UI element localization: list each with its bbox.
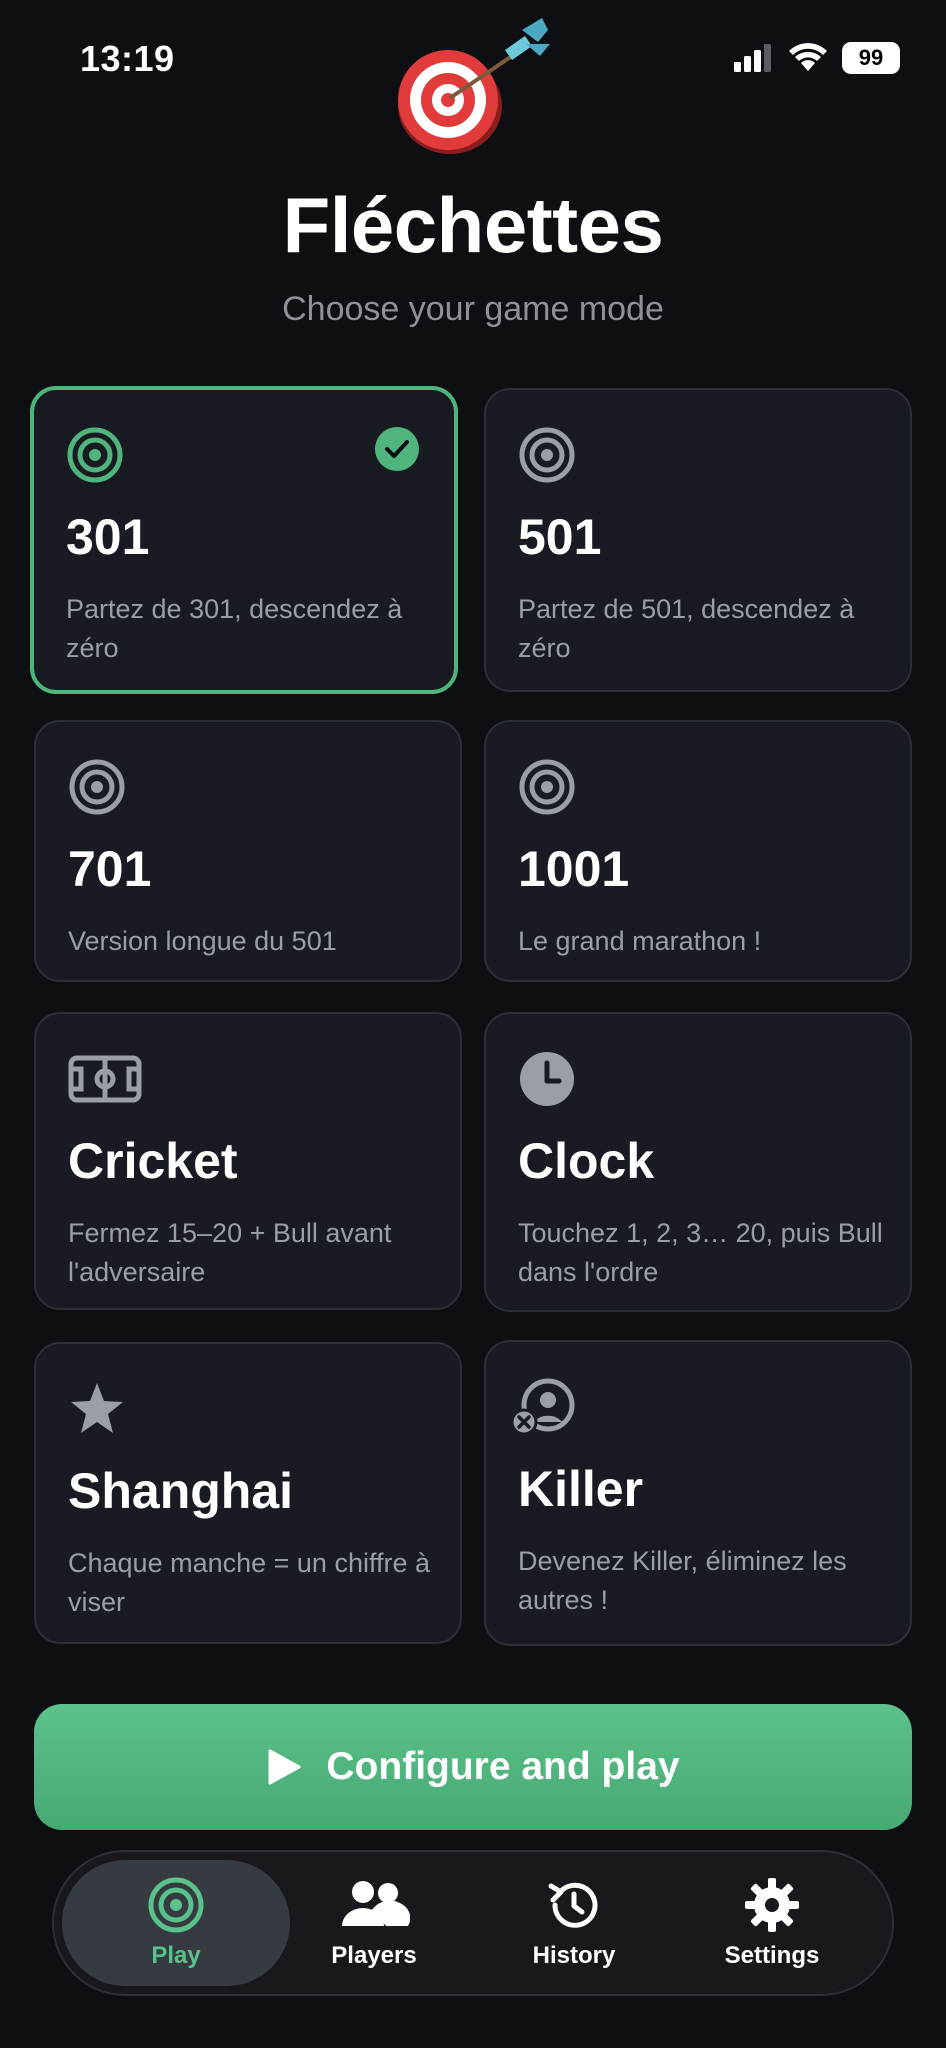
mode-card-shanghai[interactable]: Shanghai Chaque manche = un chiffre à vi… xyxy=(34,1342,462,1644)
user-x-icon xyxy=(510,1378,575,1436)
mode-name: 501 xyxy=(518,509,602,565)
play-icon xyxy=(268,1749,301,1785)
wifi-icon xyxy=(789,43,827,71)
battery-indicator: 99 xyxy=(842,42,900,74)
mode-description: Partez de 301, descendez à zéro xyxy=(66,594,403,663)
status-icons: 99 xyxy=(734,42,900,74)
mode-name: Clock xyxy=(518,1133,655,1189)
mode-card-301[interactable]: 301 Partez de 301, descendez à zéro xyxy=(30,386,458,694)
tab-label: Players xyxy=(331,1942,417,1969)
clock-icon xyxy=(520,1052,574,1106)
cta-label: Configure and play xyxy=(326,1745,680,1788)
mode-name: Shanghai xyxy=(68,1463,294,1519)
mode-card-501[interactable]: 501 Partez de 501, descendez à zéro xyxy=(484,388,912,692)
history-icon xyxy=(548,1882,598,1928)
target-icon xyxy=(69,759,125,815)
mode-description: Devenez Killer, éliminez les autres ! xyxy=(518,1546,847,1615)
mode-description: Le grand marathon ! xyxy=(518,926,762,956)
signal-icon xyxy=(734,44,771,72)
mode-card-cricket[interactable]: Cricket Fermez 15–20 + Bull avant l'adve… xyxy=(34,1012,462,1310)
mode-description: Version longue du 501 xyxy=(68,926,337,956)
tab-settings[interactable]: Settings xyxy=(658,1860,886,1986)
mode-card-701[interactable]: 701 Version longue du 501 xyxy=(34,720,462,982)
page-title: Fléchettes xyxy=(282,181,664,269)
tab-label: Settings xyxy=(724,1942,820,1969)
field-icon xyxy=(68,1055,142,1103)
mode-card-killer[interactable]: Killer Devenez Killer, éliminez les autr… xyxy=(484,1340,912,1646)
target-icon xyxy=(148,1877,204,1933)
target-icon xyxy=(519,427,575,483)
bottom-tab-bar: Play Players History Settings xyxy=(52,1850,894,1996)
configure-and-play-button[interactable]: Configure and play xyxy=(34,1704,912,1830)
mode-name: Cricket xyxy=(68,1133,238,1189)
users-icon xyxy=(342,1881,410,1926)
mode-description: Touchez 1, 2, 3… 20, puis Bull dans l'or… xyxy=(518,1218,883,1287)
tab-play[interactable]: Play xyxy=(62,1860,290,1986)
dartboard-logo-icon xyxy=(398,18,550,154)
selected-check-icon xyxy=(375,427,419,471)
mode-card-clock[interactable]: Clock Touchez 1, 2, 3… 20, puis Bull dan… xyxy=(484,1012,912,1312)
mode-description: Fermez 15–20 + Bull avant l'adversaire xyxy=(68,1218,392,1287)
mode-description: Chaque manche = un chiffre à viser xyxy=(68,1548,430,1617)
target-icon xyxy=(519,759,575,815)
mode-name: 1001 xyxy=(518,841,630,897)
star-icon xyxy=(71,1383,123,1433)
tab-players[interactable]: Players xyxy=(260,1860,488,1986)
status-time: 13:19 xyxy=(80,38,175,79)
tab-label: Play xyxy=(151,1942,201,1969)
gear-icon xyxy=(745,1878,799,1932)
mode-card-1001[interactable]: 1001 Le grand marathon ! xyxy=(484,720,912,982)
tab-history[interactable]: History xyxy=(460,1860,688,1986)
mode-description: Partez de 501, descendez à zéro xyxy=(518,594,855,663)
mode-name: Killer xyxy=(518,1461,644,1517)
target-icon xyxy=(67,427,123,483)
page-subtitle: Choose your game mode xyxy=(282,290,664,328)
tab-label: History xyxy=(532,1942,616,1969)
mode-name: 301 xyxy=(66,509,150,565)
mode-name: 701 xyxy=(68,841,152,897)
